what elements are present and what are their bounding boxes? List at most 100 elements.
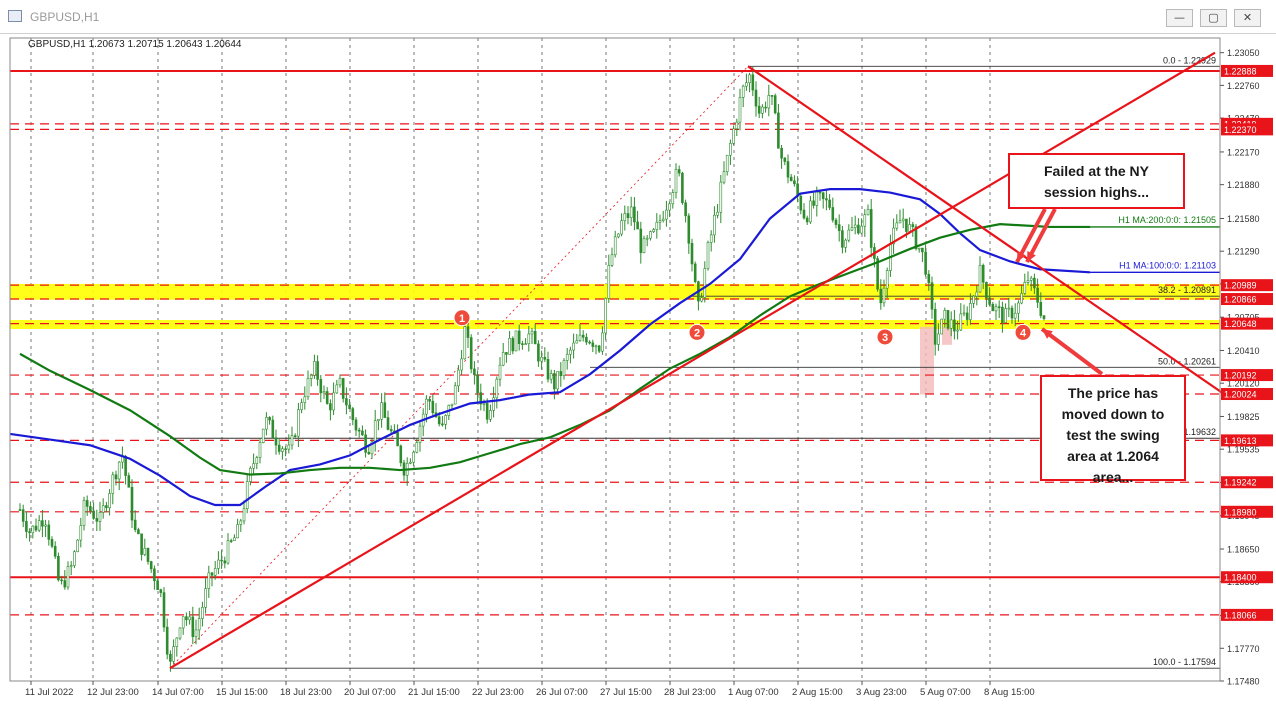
ohlc-header: GBPUSD,H1 1.20673 1.20715 1.20643 1.2064…	[28, 39, 242, 50]
candle-body	[886, 271, 888, 289]
candle-body	[509, 338, 511, 354]
candle-body	[800, 196, 802, 210]
close-button[interactable]: ✕	[1234, 9, 1261, 27]
candle-body	[384, 403, 386, 418]
candle-body	[640, 229, 642, 253]
candle-body	[848, 230, 850, 240]
candle-body	[326, 391, 328, 403]
candle-body	[205, 589, 207, 608]
candle-body	[845, 240, 847, 247]
candle-body	[166, 627, 168, 654]
candle-body	[73, 552, 75, 566]
swing-marker-label: 2	[694, 327, 700, 339]
candle-body	[905, 219, 907, 232]
candle-body	[237, 524, 239, 537]
price-label: 1.22370	[1224, 125, 1257, 135]
candle-body	[358, 430, 360, 431]
candle-body	[841, 231, 843, 248]
x-tick-label: 8 Aug 15:00	[984, 687, 1035, 698]
ma-label: H1 MA:200:0:0: 1.21505	[1118, 215, 1216, 225]
candle-body	[1005, 309, 1007, 323]
candle-body	[957, 330, 959, 331]
candle-body	[70, 566, 72, 567]
candle-body	[925, 252, 927, 274]
price-label: 1.22888	[1224, 66, 1257, 76]
candle-body	[950, 320, 952, 328]
candle-body	[669, 204, 671, 210]
candle-body	[598, 346, 600, 351]
candle-body	[265, 417, 267, 429]
candle-body	[189, 617, 191, 620]
candle-body	[25, 521, 27, 531]
price-label: 1.20989	[1224, 281, 1257, 291]
minimize-button[interactable]: —	[1166, 9, 1193, 27]
candle-body	[329, 404, 331, 410]
candle-body	[381, 403, 383, 420]
candle-body	[99, 512, 101, 521]
candle-body	[653, 230, 655, 232]
candle-body	[144, 548, 146, 554]
trendline-down	[748, 66, 1228, 396]
candle-body	[1030, 278, 1032, 280]
candle-body	[576, 341, 578, 343]
candle-body	[278, 445, 280, 451]
x-tick-label: 21 Jul 15:00	[408, 687, 460, 698]
candle-body	[89, 506, 91, 510]
candle-body	[675, 170, 677, 193]
y-tick-label: 1.22760	[1227, 81, 1260, 91]
candle-body	[198, 619, 200, 630]
price-label: 1.19613	[1224, 436, 1257, 446]
swing-marker-label: 3	[882, 332, 888, 344]
candle-body	[912, 225, 914, 227]
candle-body	[745, 83, 747, 86]
candle-body	[803, 210, 805, 218]
price-label: 1.20866	[1224, 295, 1257, 305]
candle-body	[294, 436, 296, 437]
candle-body	[944, 310, 946, 319]
annotation-failed-highs: Failed at the NY session highs...	[1008, 153, 1185, 209]
candle-body	[573, 343, 575, 350]
candle-body	[637, 222, 639, 229]
candle-body	[989, 298, 991, 305]
candle-body	[758, 106, 760, 113]
candle-body	[749, 75, 751, 83]
candle-body	[182, 617, 184, 628]
candle-body	[29, 532, 31, 533]
candle-body	[355, 420, 357, 430]
candle-body	[211, 573, 213, 575]
candle-body	[438, 417, 440, 424]
candle-body	[230, 541, 232, 542]
candle-body	[1021, 293, 1023, 303]
candle-body	[131, 487, 133, 520]
candle-body	[742, 86, 744, 97]
y-tick-label: 1.21880	[1227, 180, 1260, 190]
candle-body	[717, 212, 719, 215]
candle-body	[477, 375, 479, 393]
candle-body	[566, 354, 568, 360]
price-chart[interactable]: 0.0 - 1.2292938.2 - 1.2089150.0 - 1.2026…	[0, 34, 1276, 714]
candle-body	[214, 568, 216, 575]
candle-body	[147, 548, 149, 561]
candle-body	[768, 95, 770, 108]
candle-body	[1011, 308, 1013, 318]
price-label: 1.20192	[1224, 371, 1257, 381]
candle-body	[457, 370, 459, 386]
price-label: 1.18400	[1224, 573, 1257, 583]
candle-body	[713, 215, 715, 235]
maximize-button[interactable]: ▢	[1200, 9, 1227, 27]
y-tick-label: 1.20410	[1227, 346, 1260, 356]
candle-body	[425, 399, 427, 414]
ma-label: H1 MA:100:0:0: 1.21103	[1119, 260, 1216, 270]
candle-body	[611, 255, 613, 266]
window-titlebar: GBPUSD,H1 — ▢ ✕	[0, 0, 1276, 34]
candle-body	[128, 476, 130, 488]
candle-body	[560, 371, 562, 375]
candle-body	[649, 232, 651, 239]
candle-body	[409, 462, 411, 463]
candle-body	[755, 90, 757, 106]
candle-body	[96, 518, 98, 521]
candle-body	[563, 360, 565, 375]
candle-body	[688, 216, 690, 243]
candle-body	[589, 342, 591, 343]
candle-body	[662, 219, 664, 221]
